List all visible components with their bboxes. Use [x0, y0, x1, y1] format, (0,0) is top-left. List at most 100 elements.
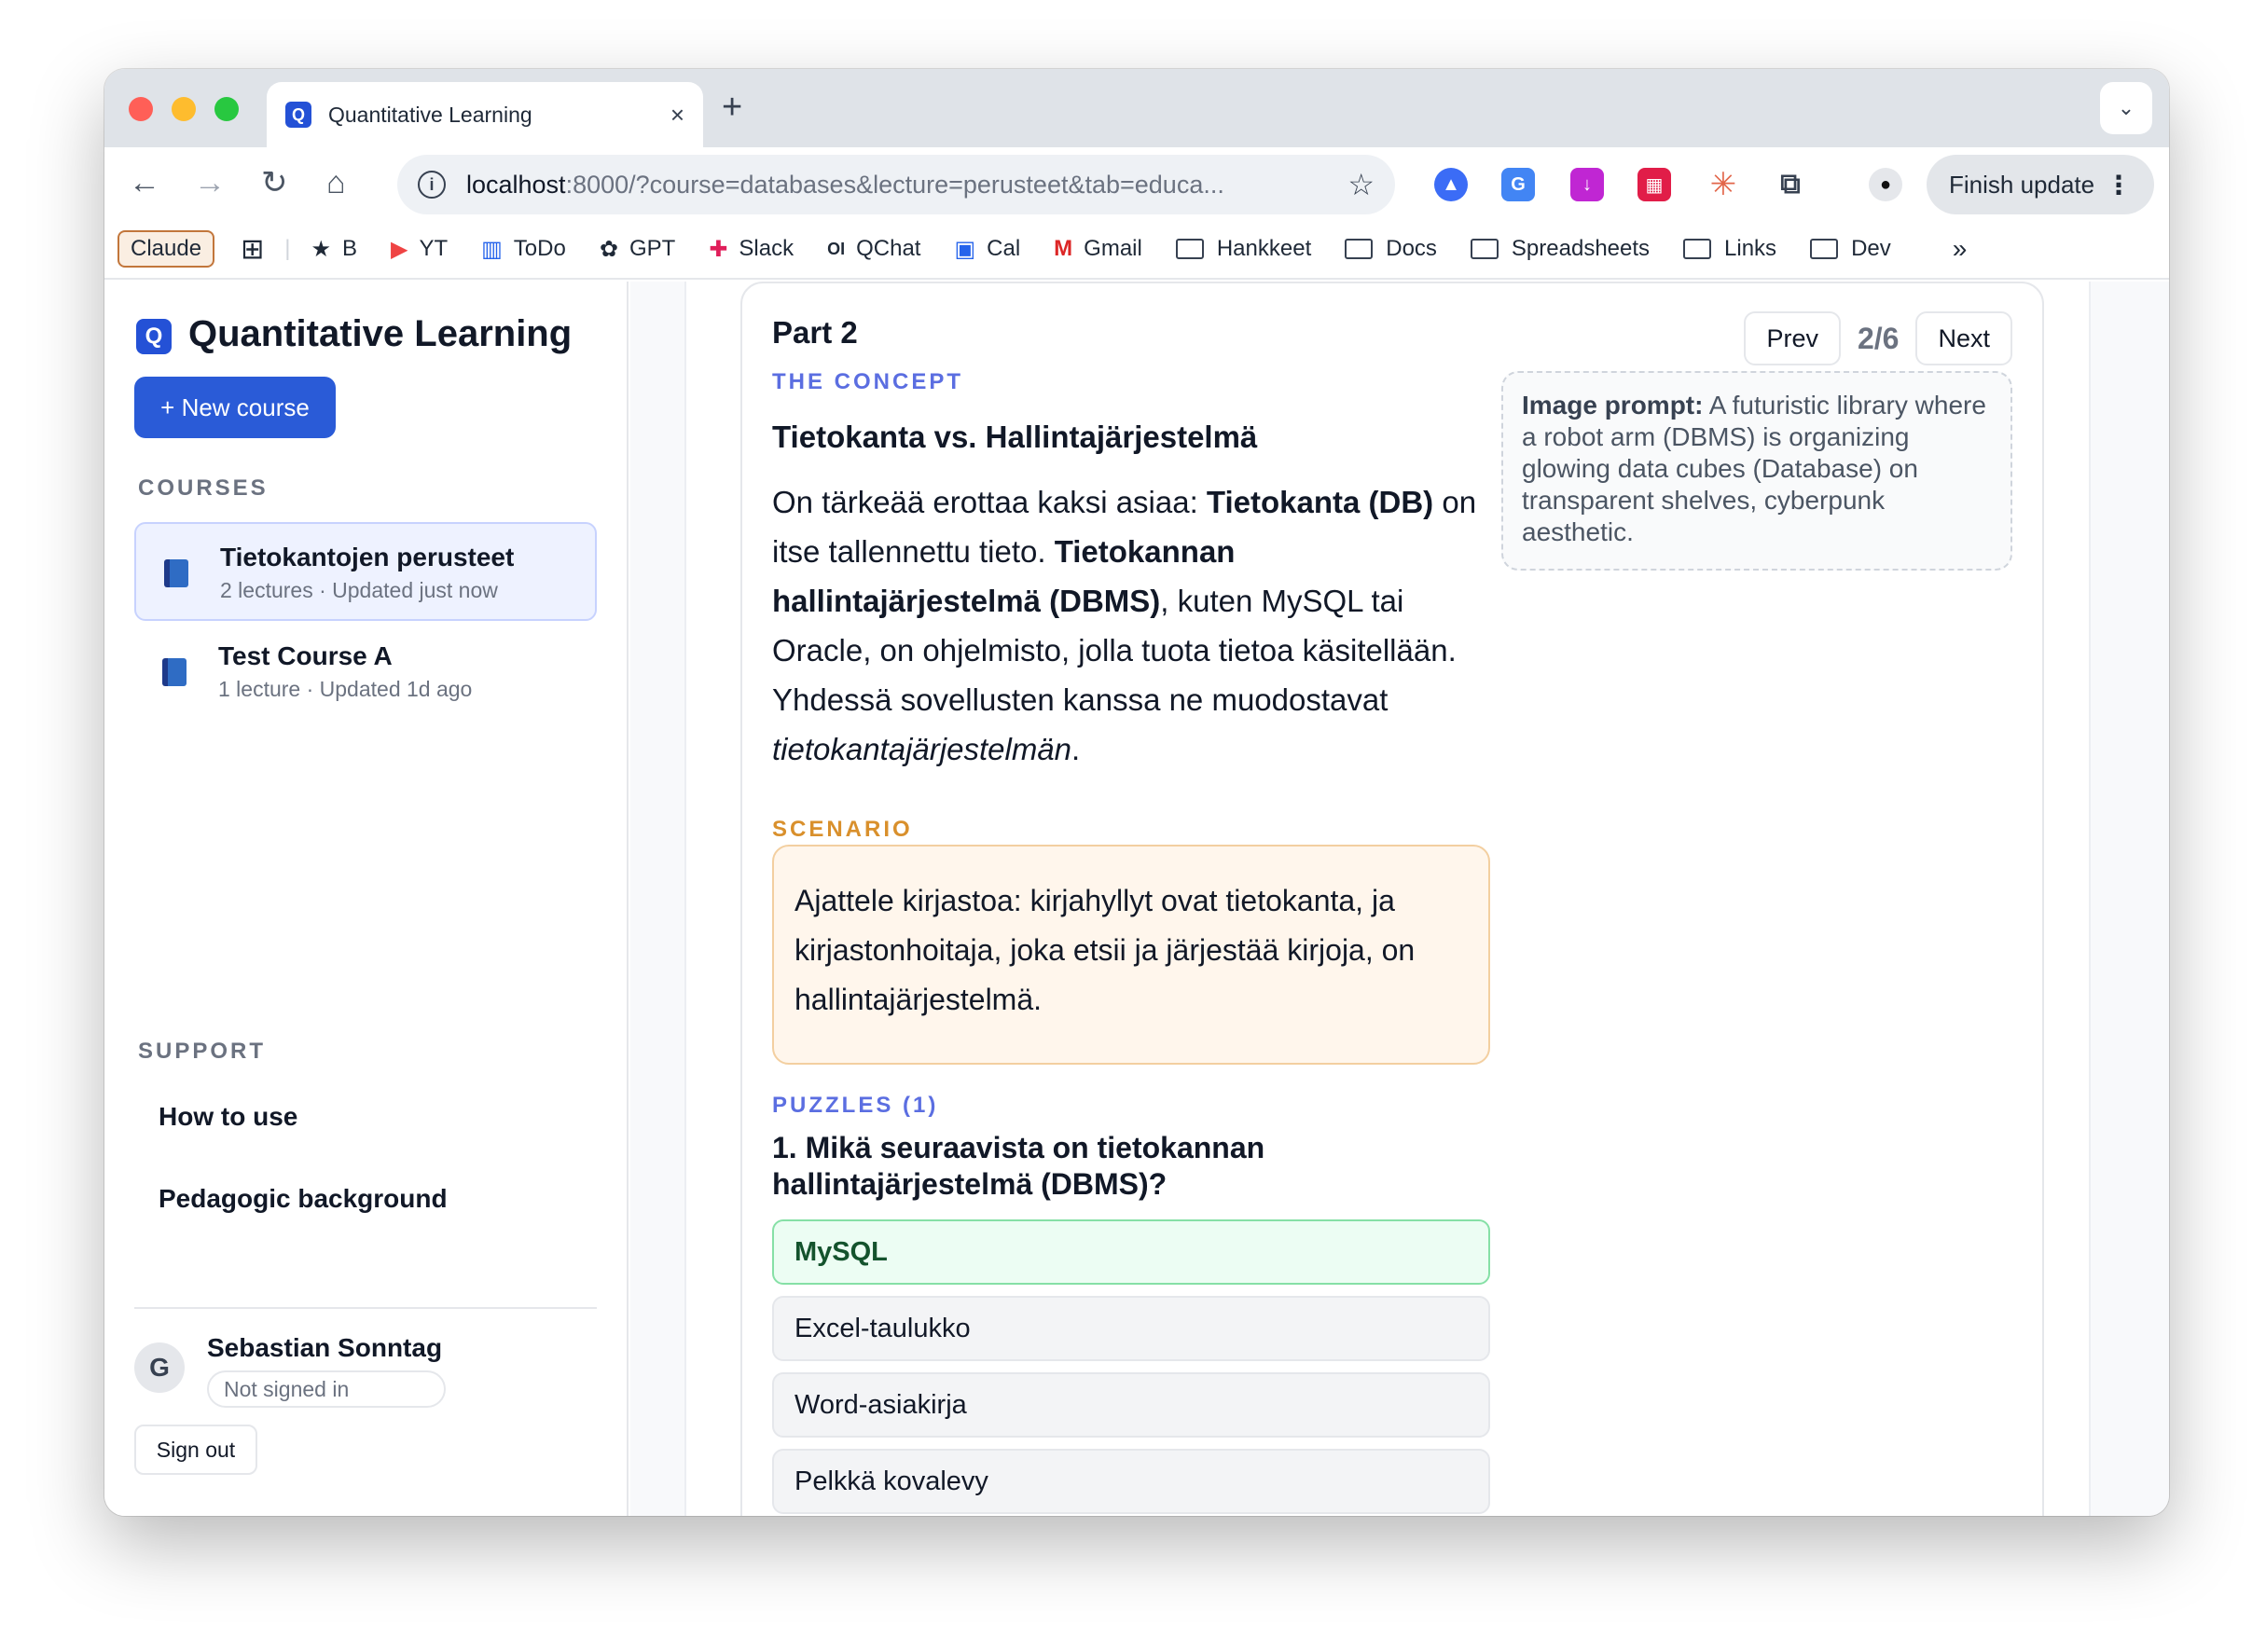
extension-arc-icon[interactable]: ▲ — [1434, 168, 1468, 201]
part-title: Part 2 — [772, 315, 858, 350]
course-meta: 2 lectures · Updated just now — [220, 578, 498, 602]
close-tab-icon[interactable]: × — [670, 101, 684, 130]
bookmark-label: QChat — [856, 236, 921, 261]
sign-out-button[interactable]: Sign out — [134, 1425, 257, 1475]
openai-icon: ✿ — [599, 236, 618, 262]
puzzle-question: 1. Mikä seuraavista on tietokannan halli… — [772, 1131, 1265, 1201]
course-name: Tietokantojen perusteet — [220, 543, 515, 571]
bookmark-b[interactable]: ★ B — [311, 236, 357, 263]
url-text[interactable]: localhost:8000/?course=databases&lecture… — [466, 171, 1347, 200]
download-extension-icon[interactable]: ↓ — [1570, 168, 1604, 201]
forward-icon[interactable]: → — [194, 164, 226, 201]
new-course-button[interactable]: + New course — [134, 377, 336, 438]
course-item-active[interactable]: Tietokantojen perusteet 2 lectures · Upd… — [134, 522, 597, 621]
answer-option[interactable]: Pelkkä kovalevy — [772, 1449, 1490, 1514]
pedagogic-background-link[interactable]: Pedagogic background — [159, 1184, 448, 1214]
finish-update-button[interactable]: Finish update ⋮ — [1927, 155, 2154, 214]
tab-strip: Q Quantitative Learning × + ⌄ — [104, 69, 2169, 147]
sign-in-status-badge: Not signed in — [207, 1370, 446, 1408]
bookmark-label: YT — [419, 236, 449, 261]
bookmark-hankkeet[interactable]: Hankkeet — [1175, 236, 1311, 262]
bookmark-label: Dev — [1851, 236, 1891, 261]
app-logo-icon: Q — [285, 102, 311, 128]
sidebar: Q Quantitative Learning + New course COU… — [104, 282, 629, 1516]
figma-extension-icon[interactable]: ▦ — [1637, 168, 1671, 201]
answer-option[interactable]: Word-asiakirja — [772, 1372, 1490, 1438]
maximize-window-button[interactable] — [214, 97, 239, 121]
bookmark-separator: | — [284, 236, 291, 261]
scenario-box: Ajattele kirjastoa: kirjahyllyt ovat tie… — [772, 845, 1490, 1065]
course-meta: 1 lecture · Updated 1d ago — [218, 677, 473, 701]
bookmark-label: Slack — [739, 236, 794, 261]
course-item[interactable]: Test Course A 1 lecture · Updated 1d ago — [134, 623, 597, 722]
url-path: :8000/?course=databases&lecture=perustee… — [565, 170, 1224, 199]
trello-icon: ▥ — [481, 236, 503, 262]
bookmark-spreadsheets[interactable]: Spreadsheets — [1470, 236, 1650, 262]
bookmark-dev[interactable]: Dev — [1810, 236, 1891, 262]
bookmarks-bar: Claude ⊞ | ★ B ▶ YT ▥ ToDo ✿ GPT ✚ Slack OI QC… — [104, 220, 2169, 280]
qchat-icon: OI — [827, 239, 846, 258]
bookmark-claude[interactable]: Claude — [117, 230, 215, 268]
course-name: Test Course A — [218, 641, 393, 670]
url-host: localhost — [466, 170, 566, 199]
bookmark-label: ToDo — [513, 236, 566, 261]
bookmark-docs[interactable]: Docs — [1345, 236, 1437, 262]
address-bar[interactable]: i localhost:8000/?course=databases&lectu… — [397, 155, 1395, 214]
bookmark-yt[interactable]: ▶ YT — [391, 236, 448, 263]
finish-update-label: Finish update — [1949, 170, 2095, 199]
back-icon[interactable]: ← — [129, 164, 160, 201]
app-title: Quantitative Learning — [188, 313, 573, 354]
concept-text: . — [1071, 732, 1081, 766]
answer-option-correct[interactable]: MySQL — [772, 1219, 1490, 1285]
concept-title: Tietokanta vs. Hallintajärjestelmä — [772, 420, 1258, 454]
apps-grid-icon[interactable]: ⊞ — [241, 233, 264, 266]
image-prompt-box: Image prompt: A futuristic library where… — [1501, 371, 2012, 571]
claude-extension-icon[interactable]: ✳ — [1706, 167, 1740, 202]
tab-search-button[interactable]: ⌄ — [2100, 82, 2152, 134]
image-prompt-label: Image prompt: — [1522, 391, 1704, 420]
new-tab-button[interactable]: + — [722, 88, 742, 128]
translate-extension-icon[interactable]: G — [1501, 168, 1535, 201]
calendar-icon: ▣ — [954, 236, 976, 262]
bookmark-links[interactable]: Links — [1683, 236, 1776, 262]
star-icon: ★ — [311, 236, 331, 262]
bookmark-todo[interactable]: ▥ ToDo — [481, 236, 566, 263]
user-name: Sebastian Sonntag — [207, 1333, 443, 1362]
bookmark-qchat[interactable]: OI QChat — [827, 236, 920, 262]
app-logo-icon: Q — [136, 319, 172, 354]
bookmark-cal[interactable]: ▣ Cal — [954, 236, 1020, 263]
book-icon — [164, 559, 188, 587]
bookmark-star-icon[interactable]: ☆ — [1347, 167, 1375, 202]
close-window-button[interactable] — [129, 97, 153, 121]
scenario-label: SCENARIO — [772, 817, 913, 842]
bookmark-gpt[interactable]: ✿ GPT — [600, 236, 675, 263]
site-info-icon[interactable]: i — [418, 171, 446, 199]
avatar: G — [134, 1342, 185, 1393]
profile-avatar-icon[interactable]: ● — [1869, 168, 1902, 201]
home-icon[interactable]: ⌂ — [326, 164, 346, 201]
answer-option[interactable]: Excel-taulukko — [772, 1296, 1490, 1361]
main-content: Part 2 Prev 2/6 Next THE CONCEPT Tietoka… — [630, 282, 2169, 1516]
how-to-use-link[interactable]: How to use — [159, 1102, 297, 1132]
bookmark-gmail[interactable]: M Gmail — [1054, 236, 1142, 262]
more-bookmarks-icon[interactable]: » — [1953, 234, 1968, 264]
bookmark-label: Cal — [987, 236, 1021, 261]
part-pager: Prev 2/6 Next — [1744, 311, 2012, 365]
minimize-window-button[interactable] — [172, 97, 196, 121]
part-counter: 2/6 — [1857, 321, 1900, 355]
next-button[interactable]: Next — [1915, 311, 2012, 365]
prev-button[interactable]: Prev — [1744, 311, 1841, 365]
concept-bold-term: Tietokanta (DB) — [1206, 485, 1434, 519]
reload-icon[interactable]: ↻ — [261, 164, 288, 201]
browser-tab[interactable]: Q Quantitative Learning × — [267, 82, 703, 147]
bookmark-label: Gmail — [1084, 236, 1142, 261]
folder-icon — [1810, 239, 1839, 259]
concept-body: On tärkeää erottaa kaksi asiaa: Tietokan… — [772, 477, 1499, 774]
extensions-puzzle-icon[interactable]: ⧉ — [1774, 168, 1807, 201]
menu-dots-icon[interactable]: ⋮ — [2106, 170, 2132, 200]
bookmark-slack[interactable]: ✚ Slack — [709, 236, 794, 263]
browser-window: Q Quantitative Learning × + ⌄ ← → ↻ ⌂ i … — [104, 69, 2169, 1516]
book-icon — [162, 658, 187, 686]
concept-italic-term: tietokantajärjestelmän — [772, 732, 1072, 766]
browser-toolbar: ← → ↻ ⌂ i localhost:8000/?course=databas… — [104, 147, 2169, 220]
